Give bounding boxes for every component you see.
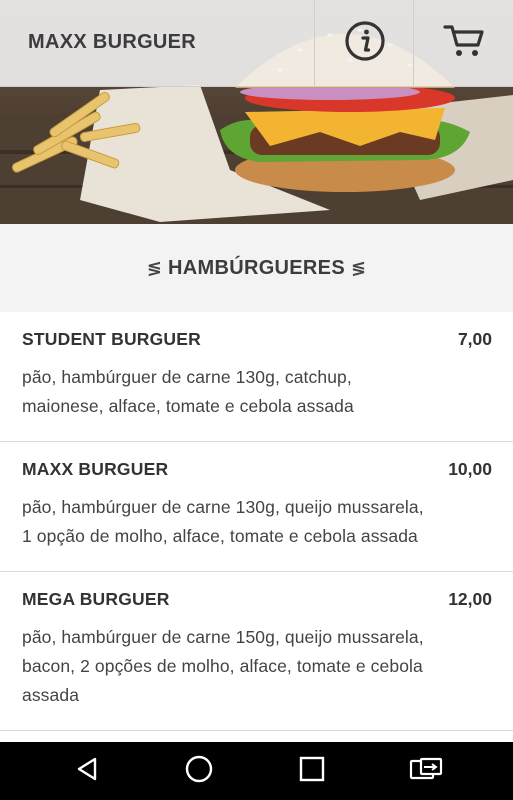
item-name: MEGA BURGUER (22, 589, 170, 609)
info-button[interactable] (314, 0, 414, 87)
screen-switch-button[interactable] (396, 742, 456, 800)
item-description: pão, hambúrguer de carne 130g, catchup, … (22, 367, 354, 416)
category-header: ≶ HAMBÚRGUERES ≶ (0, 224, 513, 312)
app-title: MAXX BURGUER (28, 31, 197, 53)
shopping-cart-icon (442, 23, 486, 64)
screen-switch-icon (409, 756, 443, 787)
back-triangle-icon (74, 756, 100, 787)
recent-apps-button[interactable] (282, 742, 342, 800)
cart-button[interactable] (413, 0, 513, 87)
decorative-arrows-icon: ≶ (146, 257, 163, 278)
home-button[interactable] (169, 742, 229, 800)
menu-list: STUDENT BURGUER 7,00 pão, hambúrguer de … (0, 312, 513, 731)
menu-item-mega-burguer[interactable]: MEGA BURGUER 12,00 pão, hambúrguer de ca… (0, 572, 513, 731)
menu-item-maxx-burguer[interactable]: MAXX BURGUER 10,00 pão, hambúrguer de ca… (0, 442, 513, 572)
item-name: MAXX BURGUER (22, 459, 169, 479)
info-circle-icon (344, 20, 386, 67)
decorative-arrows-icon: ≶ (350, 257, 367, 278)
item-price: 7,00 (457, 329, 492, 349)
menu-item-student-burguer[interactable]: STUDENT BURGUER 7,00 pão, hambúrguer de … (0, 312, 513, 442)
item-description: pão, hambúrguer de carne 130g, queijo mu… (22, 497, 424, 546)
category-title: HAMBÚRGUERES (168, 256, 345, 279)
back-button[interactable] (57, 742, 117, 800)
recent-apps-square-icon (298, 755, 326, 788)
system-nav-bar (0, 742, 513, 800)
home-circle-icon (184, 754, 214, 789)
item-description: pão, hambúrguer de carne 150g, queijo mu… (22, 627, 424, 705)
item-price: 12,00 (448, 589, 492, 609)
item-price: 10,00 (448, 459, 492, 479)
app-bar: MAXX BURGUER (0, 0, 513, 87)
item-name: STUDENT BURGUER (22, 329, 201, 349)
